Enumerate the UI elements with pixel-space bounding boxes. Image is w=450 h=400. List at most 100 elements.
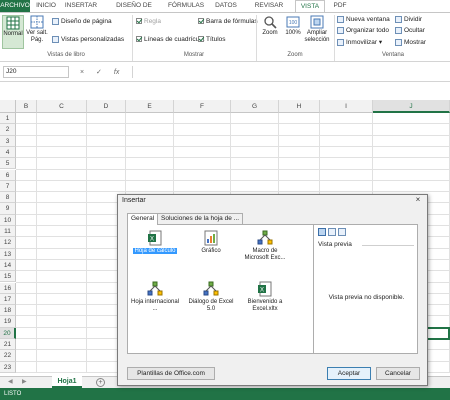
select-all-corner[interactable] [0,100,16,113]
zoom-100-label: 100% [285,30,301,36]
grid-row-line [16,191,450,193]
column-header-c[interactable]: C [37,100,87,113]
row-header-15[interactable]: 15 [0,271,16,283]
zoom-selection-button[interactable]: Ampliar selección [303,15,331,44]
page-break-icon [30,15,44,29]
column-header-h[interactable]: H [279,100,320,113]
tab-vista[interactable]: VISTA [295,0,325,12]
column-header-i[interactable]: I [320,100,373,113]
template-label: Bienvenido a Excel.xltx [247,299,283,312]
arrange-all-button[interactable]: Organizar todo [337,26,389,35]
page-layout-button[interactable]: Diseño de página [52,17,112,26]
column-header-e[interactable]: E [126,100,174,113]
group-label-mostrar: Mostrar [183,52,205,58]
ok-button[interactable]: Aceptar [327,367,371,380]
tab-inicio[interactable]: INICIO [32,0,60,12]
row-header-7[interactable]: 7 [0,180,16,193]
add-sheet-icon[interactable]: + [96,378,105,387]
grid-column-line [36,113,37,373]
large-icons-icon[interactable] [318,228,326,236]
row-header-2[interactable]: 2 [0,124,16,136]
hide-button[interactable]: Ocultar [395,26,425,35]
row-header-12[interactable]: 12 [0,237,16,249]
row-header-5[interactable]: 5 [0,158,16,170]
column-header-b[interactable]: B [16,100,37,113]
template-dialogo-excel[interactable]: Diálogo de Excel 5.0 [186,281,236,313]
row-header-6[interactable]: 6 [0,169,16,181]
tab-diseno-pagina[interactable]: DISEÑO DE PÁGINA [103,0,165,21]
hide-icon [395,26,402,34]
row-header-14[interactable]: 14 [0,259,16,272]
custom-views-button[interactable]: Vistas personalizadas [52,35,124,44]
office-templates-button[interactable]: Plantillas de Office.com [127,367,215,380]
normal-view-button[interactable]: Normal [2,15,24,49]
function-icon[interactable]: fx [114,69,119,76]
details-view-icon[interactable] [338,228,346,236]
formula-bar: J20 × ✓ fx [0,62,450,82]
unhide-button[interactable]: Mostrar [395,38,426,47]
grid-column-line [86,113,87,373]
tab-datos[interactable]: DATOS [212,0,240,12]
list-view-icon[interactable] [328,228,336,236]
zoom-100-button[interactable]: 100 100% [283,15,303,37]
page-break-label-2: Pág. [30,37,44,43]
row-header-18[interactable]: 18 [0,305,16,317]
prev-sheet-icon[interactable]: ◀ [8,378,13,385]
page-break-view-button[interactable]: Ver salt. Pág. [25,15,49,44]
template-grafico[interactable]: Gráfico [186,230,236,255]
name-box[interactable]: J20 [3,66,69,78]
split-label: Dividir [404,16,423,23]
row-header-21[interactable]: 21 [0,339,16,351]
gridlines-label: Líneas de cuadrícula [144,36,205,43]
cancel-button[interactable]: Cancelar [376,367,420,380]
tab-revisar[interactable]: REVISAR [253,0,285,12]
column-header-d[interactable]: D [87,100,126,113]
excel-sheet-icon: X [148,230,162,246]
split-button[interactable]: Dividir [395,15,422,24]
next-sheet-icon[interactable]: ▶ [22,378,27,385]
tab-general[interactable]: General [127,213,159,225]
freeze-panes-button[interactable]: Inmovilizar ▾ [337,38,382,47]
template-label: Macro de Microsoft Exc... [244,248,286,261]
row-header-10[interactable]: 10 [0,214,16,226]
ruler-check [136,18,142,25]
new-window-button[interactable]: Nueva ventana [337,15,390,24]
row-header-11[interactable]: 11 [0,226,16,238]
close-icon[interactable]: × [413,196,423,205]
formula-bar-checkbox[interactable]: Barra de fórmulas [198,17,258,26]
cancel-icon[interactable]: × [80,69,84,76]
tab-pdf[interactable]: PDF [330,0,350,12]
tab-formulas[interactable]: FÓRMULAS [166,0,206,12]
sheet-tab-hoja1[interactable]: Hoja1 [52,376,82,388]
tab-soluciones[interactable]: Soluciones de la hoja de ... [157,213,244,224]
row-header-20[interactable]: 20 [0,327,16,339]
gridlines-checkbox[interactable]: Líneas de cuadrícula [136,35,204,44]
row-header-8[interactable]: 8 [0,192,16,204]
group-separator [132,15,133,61]
row-header-1[interactable]: 1 [0,113,16,125]
column-header-g[interactable]: G [231,100,279,113]
column-header-j[interactable]: J [373,100,450,113]
row-header-19[interactable]: 19 [0,316,16,328]
tab-insertar[interactable]: INSERTAR [62,0,100,12]
template-hoja-calculo[interactable]: X Hoja de cálculo [130,230,180,255]
zoom-button[interactable]: Zoom [259,15,281,37]
row-header-4[interactable]: 4 [0,146,16,159]
row-header-22[interactable]: 22 [0,350,16,362]
headings-checkbox[interactable]: Títulos [198,35,226,44]
row-header-16[interactable]: 16 [0,282,16,294]
row-header-9[interactable]: 9 [0,203,16,215]
formula-input[interactable] [132,66,450,78]
row-header-23[interactable]: 23 [0,361,16,373]
tab-archivo[interactable]: ARCHIVO [0,0,30,12]
row-header-17[interactable]: 17 [0,293,16,306]
check-icon[interactable]: ✓ [96,69,102,76]
normal-view-label: Normal [3,31,23,37]
template-macro[interactable]: Macro de Microsoft Exc... [240,230,290,262]
row-header-13[interactable]: 13 [0,248,16,260]
ruler-checkbox[interactable]: Regla [136,17,161,26]
column-header-f[interactable]: F [174,100,231,113]
template-hoja-internacional[interactable]: Hoja internacional ... [130,281,180,313]
template-bienvenido[interactable]: X Bienvenido a Excel.xltx [240,281,290,313]
row-header-3[interactable]: 3 [0,135,16,147]
